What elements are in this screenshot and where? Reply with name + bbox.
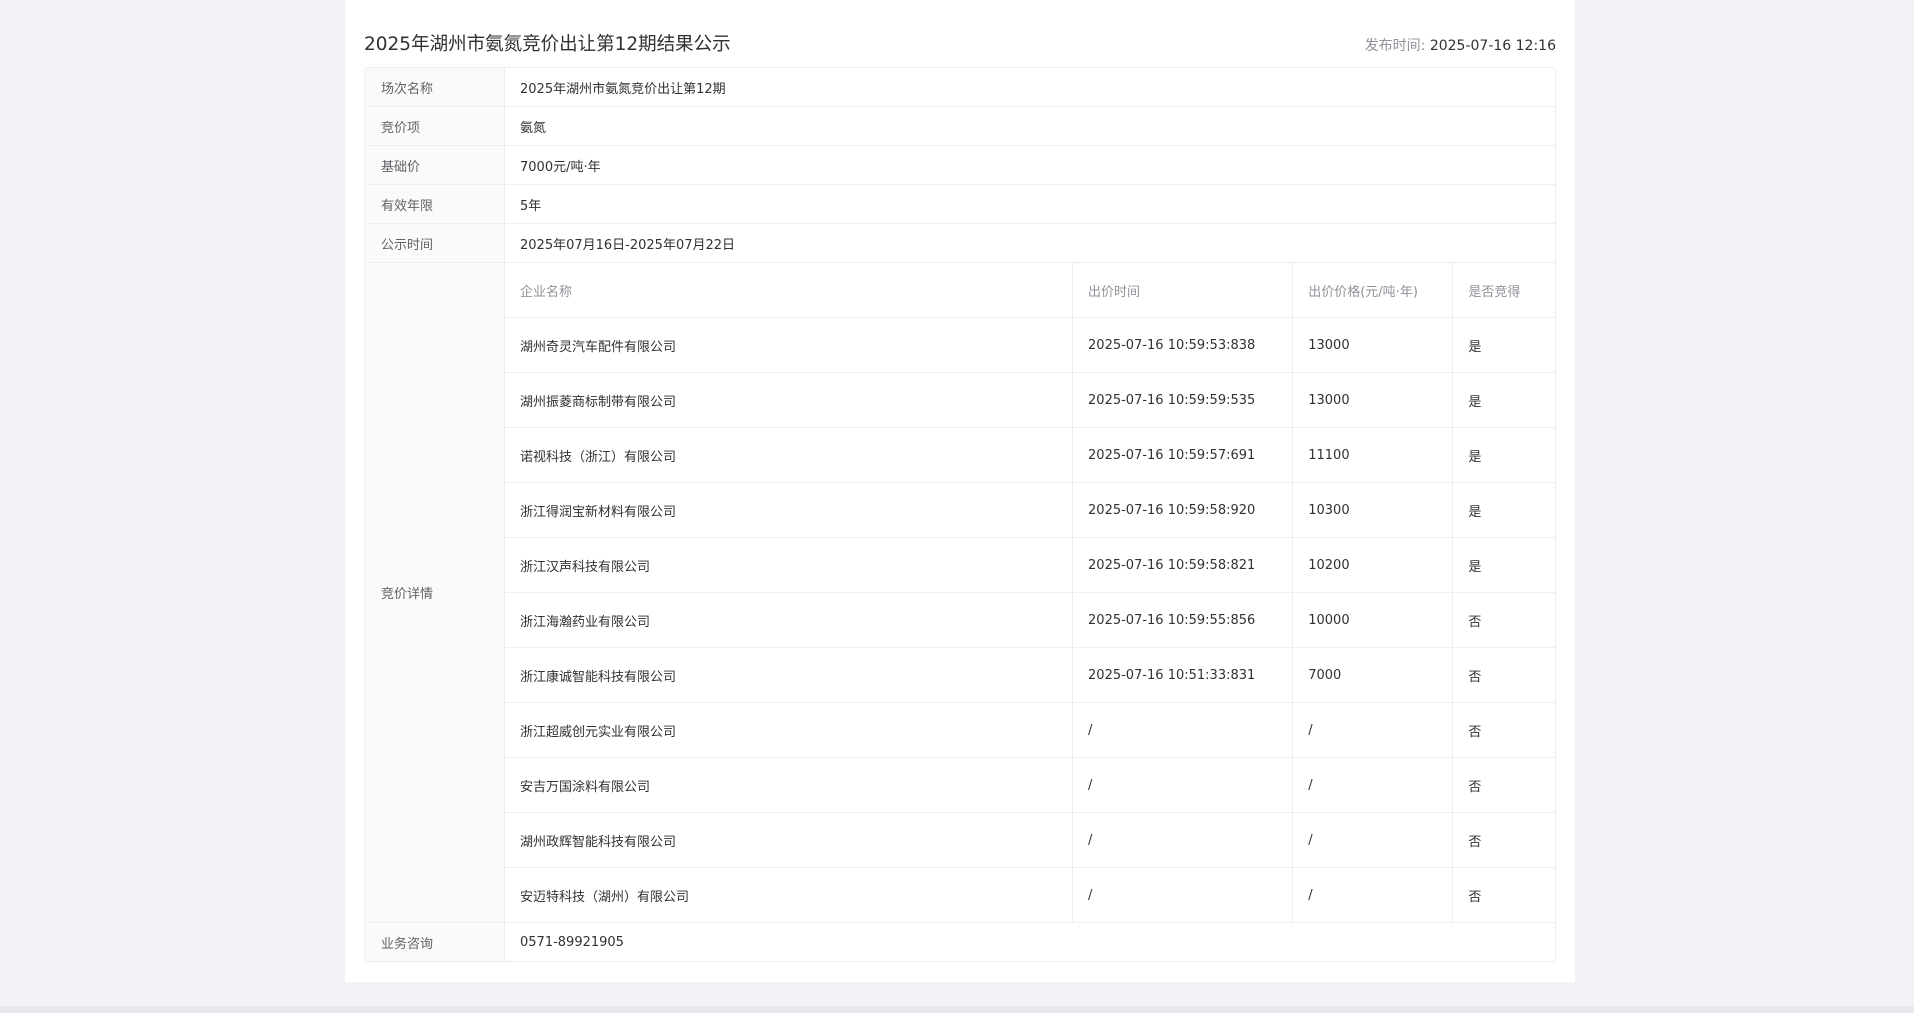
- bid-time: 2025-07-16 10:59:59:535: [1072, 372, 1294, 428]
- bid-table-header-row: 企业名称 出价时间 出价价格(元/吨·年) 是否竞得: [505, 263, 1555, 318]
- base-price-label: 基础价: [365, 146, 505, 184]
- bid-price: 7000: [1292, 647, 1454, 703]
- table-row: 湖州振菱商标制带有限公司 2025-07-16 10:59:59:535 130…: [505, 372, 1555, 428]
- won-status: 是: [1452, 482, 1555, 538]
- company-name: 安迈特科技（湖州）有限公司: [505, 867, 1074, 922]
- publish-info: 发布时间: 2025-07-16 12:16: [1365, 35, 1556, 55]
- header-company: 企业名称: [505, 263, 1074, 318]
- validity-label: 有效年限: [365, 185, 505, 223]
- row-bid-item: 竞价项 氨氮: [365, 107, 1555, 146]
- result-info-table: 场次名称 2025年湖州市氨氮竞价出让第12期 竞价项 氨氮 基础价 7000元…: [364, 67, 1556, 962]
- bid-time: 2025-07-16 10:59:58:821: [1072, 537, 1294, 593]
- won-status: 否: [1452, 757, 1555, 813]
- consultation-phone: 0571-89921905: [520, 934, 624, 950]
- bid-time: /: [1072, 867, 1294, 922]
- won-status: 是: [1452, 427, 1555, 483]
- bid-price: 10200: [1292, 537, 1454, 593]
- row-consultation: 业务咨询 0571-89921905: [365, 923, 1555, 961]
- table-row: 浙江康诚智能科技有限公司 2025-07-16 10:51:33:831 700…: [505, 647, 1555, 703]
- validity-value: 5年: [520, 198, 542, 214]
- bid-time: /: [1072, 812, 1294, 868]
- won-status: 否: [1452, 702, 1555, 758]
- bid-price: 13000: [1292, 372, 1454, 428]
- company-name: 浙江超威创元实业有限公司: [505, 702, 1074, 758]
- company-name: 浙江康诚智能科技有限公司: [505, 647, 1074, 703]
- row-base-price: 基础价 7000元/吨·年: [365, 146, 1555, 185]
- notice-period-label: 公示时间: [365, 224, 505, 262]
- company-name: 安吉万国涂料有限公司: [505, 757, 1074, 813]
- won-status: 否: [1452, 812, 1555, 868]
- consultation-label: 业务咨询: [365, 923, 505, 961]
- row-bid-details: 竞价详情 企业名称 出价时间 出价价格(元/吨·年) 是否竞得 湖州奇灵汽车配件…: [365, 263, 1555, 923]
- company-name: 浙江汉声科技有限公司: [505, 537, 1074, 593]
- bid-price: /: [1292, 702, 1454, 758]
- header-bid-price: 出价价格(元/吨·年): [1292, 263, 1454, 318]
- bid-time: 2025-07-16 10:59:55:856: [1072, 592, 1294, 648]
- publish-time-label: 发布时间:: [1364, 38, 1430, 54]
- bid-details-label: 竞价详情: [365, 263, 505, 922]
- table-row: 浙江超威创元实业有限公司 / / 否: [505, 702, 1555, 758]
- content-panel: 2025年湖州市氨氮竞价出让第12期结果公示 发布时间: 2025-07-16 …: [345, 0, 1575, 982]
- row-validity: 有效年限 5年: [365, 185, 1555, 224]
- bid-price: 10000: [1292, 592, 1454, 648]
- bid-time: /: [1072, 702, 1294, 758]
- header-won: 是否竞得: [1452, 263, 1555, 318]
- table-row: 安迈特科技（湖州）有限公司 / / 否: [505, 867, 1555, 922]
- notice-period-value: 2025年07月16日-2025年07月22日: [520, 237, 736, 253]
- table-row: 湖州政辉智能科技有限公司 / / 否: [505, 812, 1555, 868]
- session-name-label: 场次名称: [365, 68, 505, 106]
- base-price-value: 7000元/吨·年: [520, 159, 601, 175]
- company-name: 湖州奇灵汽车配件有限公司: [505, 317, 1074, 373]
- won-status: 否: [1452, 592, 1555, 648]
- bid-item-label: 竞价项: [365, 107, 505, 145]
- table-row: 浙江海瀚药业有限公司 2025-07-16 10:59:55:856 10000…: [505, 592, 1555, 648]
- company-name: 浙江海瀚药业有限公司: [505, 592, 1074, 648]
- won-status: 否: [1452, 647, 1555, 703]
- bid-details-table: 企业名称 出价时间 出价价格(元/吨·年) 是否竞得 湖州奇灵汽车配件有限公司 …: [505, 263, 1555, 922]
- won-status: 否: [1468, 889, 1482, 905]
- row-session-name: 场次名称 2025年湖州市氨氮竞价出让第12期: [365, 68, 1555, 107]
- won-status: 是: [1452, 537, 1555, 593]
- row-notice-period: 公示时间 2025年07月16日-2025年07月22日: [365, 224, 1555, 263]
- table-row: 浙江得润宝新材料有限公司 2025-07-16 10:59:58:920 103…: [505, 482, 1555, 538]
- header-bid-time: 出价时间: [1072, 263, 1294, 318]
- bid-time: 2025-07-16 10:59:53:838: [1072, 317, 1294, 373]
- bid-time: 2025-07-16 10:51:33:831: [1072, 647, 1294, 703]
- session-name-value: 2025年湖州市氨氮竞价出让第12期: [520, 81, 726, 97]
- company-name: 湖州政辉智能科技有限公司: [505, 812, 1074, 868]
- table-row: 安吉万国涂料有限公司 / / 否: [505, 757, 1555, 813]
- won-status: 是: [1452, 317, 1555, 373]
- footer-divider: [0, 1006, 1914, 1013]
- bid-price: /: [1292, 757, 1454, 813]
- table-row: 浙江汉声科技有限公司 2025-07-16 10:59:58:821 10200…: [505, 537, 1555, 593]
- table-row: 诺视科技（浙江）有限公司 2025-07-16 10:59:57:691 111…: [505, 427, 1555, 483]
- won-status: 是: [1452, 372, 1555, 428]
- bid-time: 2025-07-16 10:59:57:691: [1072, 427, 1294, 483]
- bid-price: /: [1292, 867, 1454, 922]
- bid-item-value: 氨氮: [520, 120, 547, 136]
- bid-price: 10300: [1292, 482, 1454, 538]
- bid-price: /: [1292, 812, 1454, 868]
- company-name: 湖州振菱商标制带有限公司: [505, 372, 1074, 428]
- table-row: 湖州奇灵汽车配件有限公司 2025-07-16 10:59:53:838 130…: [505, 317, 1555, 373]
- page-title: 2025年湖州市氨氮竞价出让第12期结果公示: [364, 34, 731, 55]
- page-header: 2025年湖州市氨氮竞价出让第12期结果公示 发布时间: 2025-07-16 …: [364, 28, 1556, 58]
- company-name: 浙江得润宝新材料有限公司: [505, 482, 1074, 538]
- company-name: 诺视科技（浙江）有限公司: [505, 427, 1074, 483]
- bid-price: 13000: [1292, 317, 1454, 373]
- bid-time: /: [1072, 757, 1294, 813]
- bid-time: 2025-07-16 10:59:58:920: [1072, 482, 1294, 538]
- publish-time-value: 2025-07-16 12:16: [1429, 38, 1556, 54]
- bid-details-cell: 企业名称 出价时间 出价价格(元/吨·年) 是否竞得 湖州奇灵汽车配件有限公司 …: [505, 263, 1555, 922]
- bid-price: 11100: [1292, 427, 1454, 483]
